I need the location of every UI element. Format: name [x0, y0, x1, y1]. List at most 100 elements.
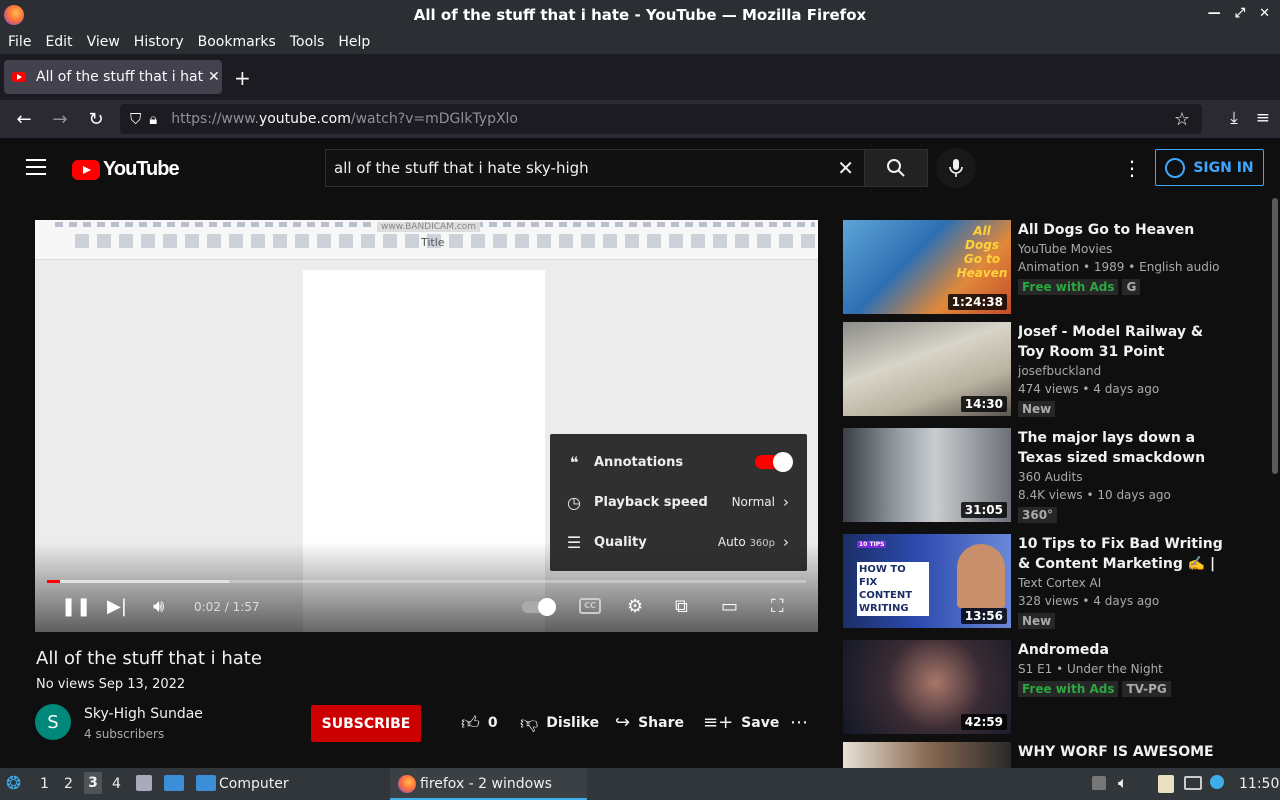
desktop-3[interactable]: 3	[84, 772, 102, 794]
annotations-row[interactable]: ❝ Annotations	[550, 442, 807, 482]
annotations-toggle[interactable]	[755, 452, 793, 472]
recommended-video[interactable]: 31:05 The major lays down a Texas sized …	[843, 428, 1263, 524]
settings-kebab-icon[interactable]: ⋮	[1122, 156, 1142, 180]
new-tab-button[interactable]: +	[234, 66, 251, 90]
video-thumbnail[interactable]	[843, 742, 1011, 768]
menu-bar: File Edit View History Bookmarks Tools H…	[0, 30, 1280, 54]
video-thumbnail[interactable]: All Dogs Go to Heaven 1:24:38	[843, 220, 1011, 314]
menu-history[interactable]: History	[134, 34, 184, 50]
buffered-bar	[47, 580, 230, 583]
player-settings-menu: ❝ Annotations ◷ Playback speed Normal › …	[550, 434, 807, 571]
update-notifier-icon[interactable]	[1210, 775, 1224, 789]
back-icon[interactable]: ←	[6, 109, 42, 130]
quality-row[interactable]: ☰ Quality Auto 360p ›	[550, 522, 807, 562]
playback-speed-icon: ◷	[567, 492, 581, 512]
volume-icon[interactable]: 🔊︎	[153, 596, 164, 617]
forward-icon[interactable]: →	[42, 109, 78, 130]
window-titlebar: All of the stuff that i hate - YouTube —…	[0, 0, 1280, 30]
recommended-video[interactable]: 42:59 Andromeda S1 E1 • Under the Night …	[843, 640, 1263, 736]
search-button[interactable]	[864, 149, 928, 187]
menu-bookmarks[interactable]: Bookmarks	[198, 34, 276, 50]
shield-icon[interactable]: ⛉	[130, 110, 141, 128]
recommended-video[interactable]: 14:30 Josef - Model Railway & Toy Room 3…	[843, 322, 1263, 418]
search-icon	[887, 159, 905, 177]
menu-tools[interactable]: Tools	[290, 34, 325, 50]
guide-menu-icon[interactable]	[26, 159, 46, 175]
close-window-icon[interactable]: ✕	[1259, 6, 1270, 21]
recommended-video[interactable]: 10 TIPS HOW TO FIX CONTENT WRITING 13:56…	[843, 534, 1263, 630]
close-tab-icon[interactable]: ✕	[208, 69, 220, 85]
url-bar[interactable]: ⛉ 🔒︎ https://www.youtube.com/watch?v=mDG…	[120, 104, 1202, 134]
desktop-4[interactable]: 4	[112, 776, 121, 792]
subscribe-button[interactable]: SUBSCRIBE	[311, 705, 421, 742]
menu-help[interactable]: Help	[338, 34, 370, 50]
menu-edit[interactable]: Edit	[45, 34, 72, 50]
video-thumbnail[interactable]: 42:59	[843, 640, 1011, 734]
clipboard-icon[interactable]	[1158, 775, 1174, 793]
download-icon[interactable]: ⤓	[1230, 108, 1238, 128]
taskbar: ❂ 1 2 3 4 Computer firefox - 2 windows 🔈…	[0, 768, 1280, 800]
time-display: 0:02 / 1:57	[194, 600, 260, 614]
file-manager-icon[interactable]	[136, 775, 152, 791]
show-desktop-icon[interactable]	[164, 775, 184, 791]
folder-icon	[196, 775, 216, 791]
clock[interactable]: 11:50	[1239, 776, 1279, 792]
player-controls: ❚❚ ▶| 🔊︎ 0:02 / 1:57 CC ⚙ ⧉ ▭ ⛶	[35, 592, 818, 622]
video-title: All of the stuff that i hate	[36, 648, 262, 669]
tab-youtube[interactable]: All of the stuff that i hate - YouTube ✕	[4, 60, 222, 94]
sign-in-button[interactable]: SIGN IN	[1155, 149, 1264, 186]
lock-icon[interactable]: 🔒︎	[149, 110, 157, 128]
youtube-logo[interactable]: YouTube	[72, 158, 180, 181]
firefox-icon	[4, 5, 24, 25]
clear-search-icon[interactable]: ✕	[837, 156, 854, 180]
video-thumbnail[interactable]: 31:05	[843, 428, 1011, 522]
miniplayer-icon[interactable]: ⧉	[675, 596, 688, 617]
voice-search-button[interactable]	[936, 148, 976, 188]
captions-icon[interactable]: CC	[579, 598, 601, 614]
played-bar	[47, 580, 60, 583]
minimize-icon[interactable]: —	[1208, 6, 1221, 21]
theater-mode-icon[interactable]: ▭	[721, 596, 738, 617]
recommended-video[interactable]: WHY WORF IS AWESOME	[843, 742, 1263, 768]
share-button[interactable]: ↪ Share	[615, 712, 684, 733]
like-button[interactable]: 👍︎ 0	[461, 712, 498, 734]
tray-icon[interactable]	[1092, 776, 1106, 790]
network-icon[interactable]	[1184, 776, 1202, 790]
menu-view[interactable]: View	[87, 34, 120, 50]
desktop-2[interactable]: 2	[64, 776, 73, 792]
recommended-video[interactable]: All Dogs Go to Heaven 1:24:38 All Dogs G…	[843, 220, 1263, 316]
bookmark-star-icon[interactable]: ☆	[1174, 109, 1190, 130]
save-button[interactable]: ≡+ Save	[703, 712, 779, 733]
more-actions-icon[interactable]: ⋯	[790, 712, 808, 733]
dislike-button[interactable]: 👎︎ Dislike	[520, 712, 599, 734]
youtube-play-icon	[72, 159, 100, 180]
channel-avatar[interactable]: S	[35, 704, 71, 740]
rating-badge: G	[1122, 279, 1141, 295]
reload-icon[interactable]: ↻	[78, 109, 114, 130]
desktop-1[interactable]: 1	[40, 776, 49, 792]
search-input[interactable]: all of the stuff that i hate sky-high ✕	[325, 149, 865, 187]
page-scrollbar[interactable]	[1272, 198, 1278, 474]
video-thumbnail[interactable]: 10 TIPS HOW TO FIX CONTENT WRITING 13:56	[843, 534, 1011, 628]
video-thumbnail[interactable]: 14:30	[843, 322, 1011, 416]
autoplay-toggle[interactable]	[522, 598, 556, 616]
annotations-icon: ❝	[569, 452, 579, 472]
computer-task[interactable]: Computer	[219, 776, 289, 792]
playback-speed-row[interactable]: ◷ Playback speed Normal ›	[550, 482, 807, 522]
video-player[interactable]: www.BANDICAM.com Title ❝ Annotations ◷ P…	[35, 220, 818, 632]
next-icon[interactable]: ▶|	[107, 596, 127, 617]
thumbs-up-icon: 👍︎	[461, 713, 480, 734]
firefox-task[interactable]: firefox - 2 windows	[390, 768, 587, 800]
maximize-icon[interactable]: ⤢	[1235, 6, 1245, 21]
settings-gear-icon[interactable]: ⚙	[627, 596, 643, 617]
app-menu-icon[interactable]: ≡	[1256, 108, 1270, 128]
video-ribbon: www.BANDICAM.com Title	[35, 220, 818, 260]
volume-tray-icon[interactable]: 🔈︎	[1118, 773, 1128, 793]
fullscreen-icon[interactable]: ⛶	[771, 596, 784, 617]
pause-icon[interactable]: ❚❚	[61, 596, 91, 617]
progress-bar[interactable]	[47, 580, 806, 583]
search-value: all of the stuff that i hate sky-high	[334, 159, 589, 177]
channel-name[interactable]: Sky-High Sundae	[84, 706, 203, 722]
app-launcher-icon[interactable]: ❂	[6, 773, 21, 794]
menu-file[interactable]: File	[8, 34, 31, 50]
